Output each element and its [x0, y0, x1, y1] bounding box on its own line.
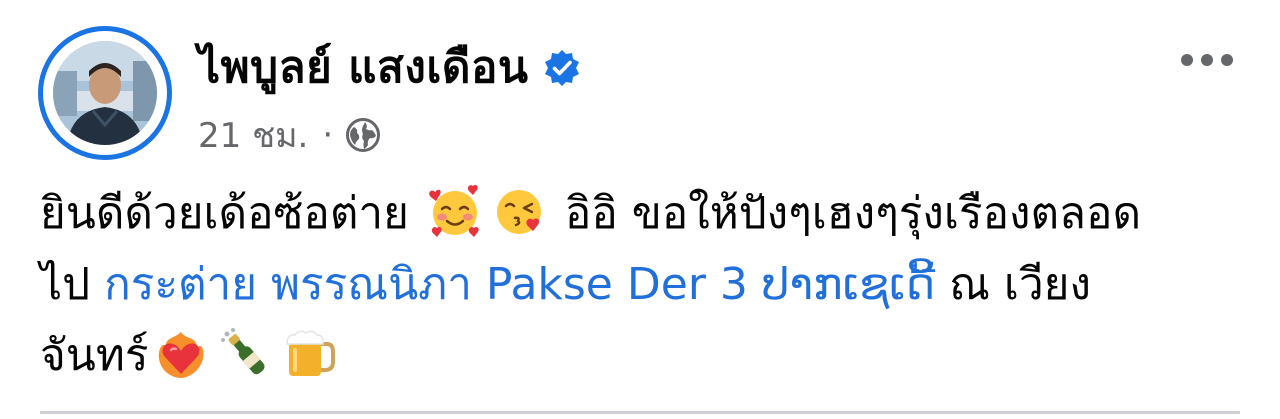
message-line: ไป กระต่าย พรรณนิภา Pakse Der 3 ປາກເຊເດີ… — [40, 249, 1255, 320]
globe-icon[interactable] — [345, 117, 381, 153]
post-divider — [40, 411, 1240, 414]
champagne-bottle-icon — [217, 326, 273, 382]
more-options-icon — [1221, 54, 1233, 66]
meta-separator: · — [322, 115, 334, 155]
post-timestamp[interactable]: 21 ชม. — [198, 108, 308, 162]
more-options-icon — [1201, 54, 1213, 66]
facebook-post: ไพบูลย์ แสงเดือน 21 ชม. · ยินดีด้วยเด้อซ… — [0, 0, 1280, 419]
post-meta: 21 ชม. · — [198, 112, 381, 158]
message-text: ไป — [40, 259, 91, 310]
profile-avatar-ring[interactable] — [38, 26, 172, 160]
beer-mug-icon — [281, 326, 337, 382]
author-row: ไพบูลย์ แสงเดือน — [198, 36, 582, 100]
author-name[interactable]: ไพบูลย์ แสงเดือน — [198, 46, 528, 90]
tagged-page-link[interactable]: กระต่าย พรรณนิภา Pakse Der 3 ປາກເຊເດີ້ — [104, 259, 935, 310]
message-line: ยินดีด้วยเด้อซ้อต่าย อิอิ ขอให้ปังๆเฮงๆร… — [40, 178, 1255, 249]
more-options-button[interactable] — [1172, 40, 1242, 80]
smiling-face-with-hearts-icon — [427, 184, 483, 240]
message-text: ณ เวียง — [949, 259, 1091, 310]
message-line: จันทร์ — [40, 320, 1255, 391]
more-options-icon — [1181, 54, 1193, 66]
avatar[interactable] — [53, 41, 157, 145]
face-blowing-kiss-icon — [491, 184, 547, 240]
heart-on-fire-icon — [153, 326, 209, 382]
verified-badge-icon — [542, 48, 582, 88]
message-text: จันทร์ — [40, 330, 149, 381]
post-message: ยินดีด้วยเด้อซ้อต่าย อิอิ ขอให้ปังๆเฮงๆร… — [40, 178, 1255, 391]
message-text: อิอิ ขอให้ปังๆเฮงๆรุ่งเรืองตลอด — [564, 188, 1142, 239]
message-text: ยินดีด้วยเด้อซ้อต่าย — [40, 188, 409, 239]
